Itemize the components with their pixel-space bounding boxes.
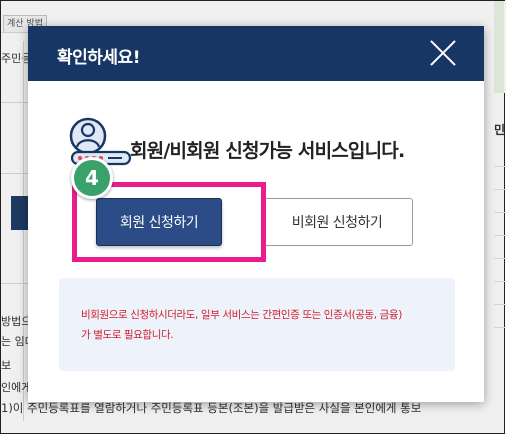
modal-header: 확인하세요! — [28, 26, 484, 81]
notice-text: 비회원으로 신청하시더라도, 일부 서비스는 간편인증 또는 인증서(공동, 금… — [81, 305, 441, 345]
modal-headline: 회원/비회원 신청가능 서비스입니다. — [130, 140, 405, 162]
close-icon[interactable] — [428, 38, 458, 68]
notice-line: 비회원으로 신청하시더라도, 일부 서비스는 간편인증 또는 인증서(공동, 금… — [81, 309, 402, 321]
confirm-modal: 확인하세요! 회원/비회원 신청가능 서비스입니다. 회원 신청하기 비회원 신… — [28, 26, 484, 402]
nonmember-apply-button[interactable]: 비회원 신청하기 — [261, 198, 413, 246]
notice-line: 가 별도로 필요합니다. — [81, 329, 174, 341]
screenshot-frame: 계산 방법 주민등 방법으 는 임대 보 인에게 1)이 주민등록표를 열람하거… — [0, 0, 506, 434]
notice-box: 비회원으로 신청하시더라도, 일부 서비스는 간편인증 또는 인증서(공동, 금… — [59, 278, 455, 371]
modal-title: 확인하세요! — [57, 48, 140, 68]
step-number-badge: 4 — [71, 157, 113, 199]
